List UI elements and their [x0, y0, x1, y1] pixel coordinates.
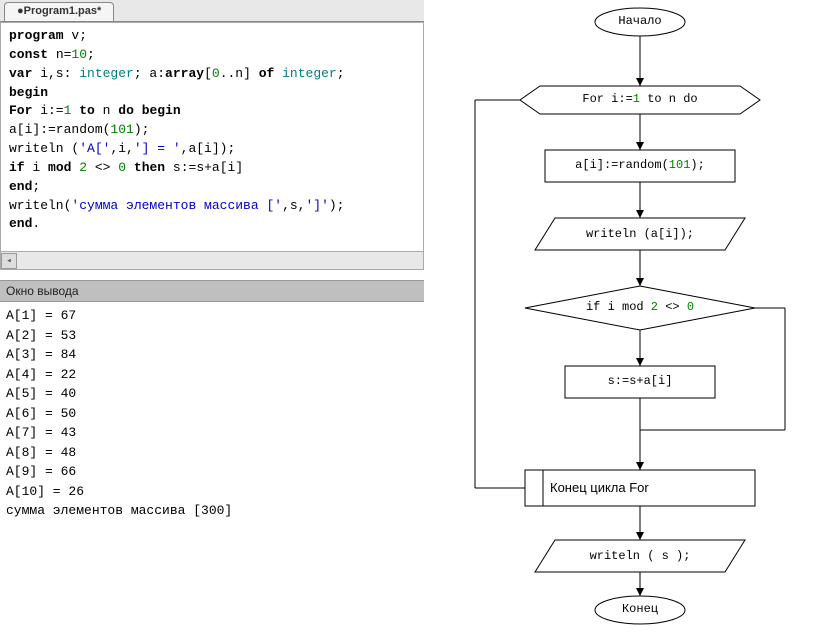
- code-token: n=: [48, 47, 71, 62]
- code-token: mod: [48, 160, 71, 175]
- flowchart-pane: Начало For i:=1 to n do a[i]:=random(101…: [425, 0, 814, 634]
- code-token: 10: [71, 47, 87, 62]
- flow-cond-label: if i mod 2 <> 0: [535, 300, 745, 314]
- flow-end-label: Конец: [595, 602, 685, 616]
- code-token: do: [118, 103, 134, 118]
- code-editor[interactable]: program v; const n=10; var i,s: integer;…: [0, 22, 424, 252]
- output-line: A[4] = 22: [6, 367, 76, 382]
- code-token: 101: [110, 122, 133, 137]
- code-token: 'сумма элементов массива [': [71, 198, 282, 213]
- code-token: );: [134, 122, 150, 137]
- code-token: n: [95, 103, 118, 118]
- code-token: begin: [9, 85, 48, 100]
- code-token: 0: [118, 160, 126, 175]
- code-token: i:=: [32, 103, 63, 118]
- flow-sum-label: s:=s+a[i]: [565, 374, 715, 388]
- code-token: );: [329, 198, 345, 213]
- code-token: i: [25, 160, 48, 175]
- flow-write2-label: writeln ( s );: [540, 549, 740, 563]
- flow-start-label: Начало: [595, 14, 685, 28]
- code-token: i,s:: [32, 66, 79, 81]
- code-token: 0: [212, 66, 220, 81]
- code-token: v;: [64, 28, 87, 43]
- output-panel-header: Окно вывода: [0, 280, 424, 302]
- output-line: A[9] = 66: [6, 464, 76, 479]
- code-token: 2: [79, 160, 87, 175]
- flow-for-label: For i:=1 to n do: [540, 92, 740, 106]
- code-token: '] = ': [134, 141, 181, 156]
- code-token: ;: [32, 179, 40, 194]
- horizontal-scrollbar[interactable]: ◂: [0, 252, 424, 270]
- code-token: <>: [87, 160, 118, 175]
- output-panel: A[1] = 67 A[2] = 53 A[3] = 84 A[4] = 22 …: [0, 302, 424, 634]
- code-token: integer: [282, 66, 337, 81]
- code-token: [: [204, 66, 212, 81]
- scroll-left-icon[interactable]: ◂: [1, 253, 17, 269]
- flow-assign-label: a[i]:=random(101);: [545, 158, 735, 172]
- output-line: A[6] = 50: [6, 406, 76, 421]
- code-token: ;: [337, 66, 345, 81]
- code-token: array: [165, 66, 204, 81]
- output-line: A[2] = 53: [6, 328, 76, 343]
- code-token: .: [32, 216, 40, 231]
- code-token: [274, 66, 282, 81]
- code-token: begin: [142, 103, 181, 118]
- code-token: then: [134, 160, 165, 175]
- flow-write1-label: writeln (a[i]);: [540, 227, 740, 241]
- code-token: s:=s+a[i]: [165, 160, 243, 175]
- code-token: ']': [305, 198, 328, 213]
- output-line: A[1] = 67: [6, 308, 76, 323]
- tab-bar: ●Program1.pas*: [0, 0, 424, 22]
- code-token: ; a:: [134, 66, 165, 81]
- code-token: 'A[': [79, 141, 110, 156]
- code-token: writeln(: [9, 198, 71, 213]
- code-token: For: [9, 103, 32, 118]
- output-line: A[3] = 84: [6, 347, 76, 362]
- flow-endfor-label: Конец цикла For: [550, 480, 750, 495]
- output-line: A[5] = 40: [6, 386, 76, 401]
- code-token: program: [9, 28, 64, 43]
- code-token: if: [9, 160, 25, 175]
- code-token: ,i,: [110, 141, 133, 156]
- code-token: ,a[i]);: [181, 141, 236, 156]
- code-token: a[i]:=random(: [9, 122, 110, 137]
- code-token: integer: [79, 66, 134, 81]
- code-token: [126, 160, 134, 175]
- output-line: сумма элементов массива [300]: [6, 503, 232, 518]
- output-line: A[7] = 43: [6, 425, 76, 440]
- code-token: ,s,: [282, 198, 305, 213]
- code-token: var: [9, 66, 32, 81]
- code-token: of: [259, 66, 275, 81]
- output-line: A[10] = 26: [6, 484, 84, 499]
- code-token: ;: [87, 47, 95, 62]
- code-token: end: [9, 216, 32, 231]
- code-token: end: [9, 179, 32, 194]
- code-token: to: [79, 103, 95, 118]
- code-token: const: [9, 47, 48, 62]
- file-tab[interactable]: ●Program1.pas*: [4, 2, 114, 21]
- code-token: [134, 103, 142, 118]
- code-token: writeln (: [9, 141, 79, 156]
- output-line: A[8] = 48: [6, 445, 76, 460]
- ide-left-pane: ●Program1.pas* program v; const n=10; va…: [0, 0, 425, 634]
- code-token: ..n]: [220, 66, 259, 81]
